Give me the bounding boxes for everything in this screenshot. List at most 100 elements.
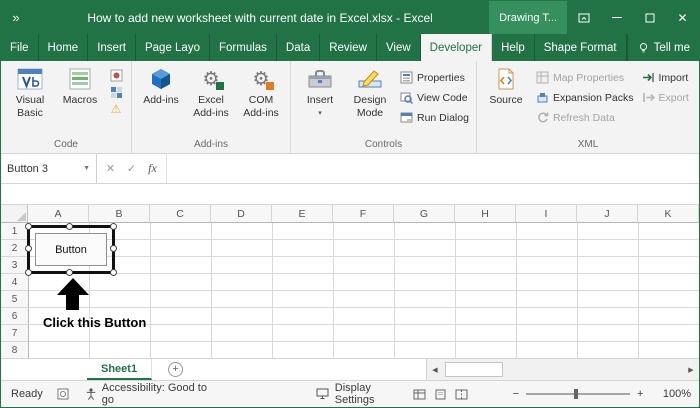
title-bar: » How to add new worksheet with current … [1, 1, 699, 34]
contextual-tab-drawing-tools[interactable]: Drawing T... [489, 1, 567, 34]
page-break-preview-button[interactable] [455, 389, 468, 400]
tab-review[interactable]: Review [320, 34, 377, 61]
selection-handle[interactable] [110, 245, 117, 252]
sheet-tab-bar: Sheet1 + ◀ ▶ [1, 358, 699, 380]
macro-record-button[interactable] [57, 388, 69, 400]
name-box-dropdown-icon: ▼ [83, 165, 90, 172]
source-button[interactable]: Source [482, 64, 530, 110]
quick-access-overflow-button[interactable]: » [1, 1, 31, 34]
row-header-7[interactable]: 7 [1, 325, 29, 342]
tab-view[interactable]: View [377, 34, 421, 61]
cells-area[interactable]: Button Click this Button [29, 223, 699, 358]
scroll-left-icon[interactable]: ◀ [427, 366, 443, 374]
close-button[interactable]: ✕ [666, 1, 699, 34]
display-settings-button[interactable]: Display Settings [316, 382, 413, 406]
export-button[interactable]: Export [642, 89, 689, 106]
status-mode: Ready [11, 388, 43, 400]
selection-handle[interactable] [66, 269, 73, 276]
zoom-in-button[interactable]: + [637, 388, 643, 400]
refresh-data-button[interactable]: Refresh Data [536, 109, 634, 126]
tab-developer[interactable]: Developer [421, 34, 492, 61]
column-header-e[interactable]: E [272, 205, 333, 223]
column-header-j[interactable]: J [577, 205, 638, 223]
horizontal-scrollbar[interactable]: ◀ ▶ [426, 359, 699, 380]
column-header-d[interactable]: D [211, 205, 272, 223]
design-mode-button[interactable]: Design Mode [346, 64, 394, 122]
row-header-8[interactable]: 8 [1, 342, 29, 358]
tab-page-layout[interactable]: Page Layo [136, 34, 210, 61]
run-dialog-button[interactable]: Run Dialog [400, 109, 469, 126]
scroll-right-icon[interactable]: ▶ [683, 366, 699, 374]
import-icon [642, 71, 655, 84]
scroll-thumb[interactable] [445, 362, 503, 377]
insert-function-button[interactable]: fx [142, 161, 163, 176]
column-header-f[interactable]: F [333, 205, 394, 223]
com-add-ins-button[interactable]: ⚙ COM Add-ins [237, 64, 285, 122]
page-layout-view-button[interactable] [434, 389, 447, 400]
zoom-out-button[interactable]: − [513, 388, 519, 400]
column-header-i[interactable]: I [516, 205, 577, 223]
toolbox-icon [307, 67, 333, 91]
add-ins-button[interactable]: Add-ins [137, 64, 185, 110]
row-header-6[interactable]: 6 [1, 308, 29, 325]
new-sheet-button[interactable]: + [168, 362, 183, 377]
annotation-text: Click this Button [43, 315, 146, 330]
formula-input[interactable] [167, 154, 699, 183]
design-mode-icon [357, 67, 383, 91]
ribbon-display-options-button[interactable] [567, 1, 600, 34]
ribbon-group-xml: Source Map Properties Expansion Packs [477, 61, 699, 153]
cancel-button[interactable]: ✕ [100, 162, 121, 175]
map-properties-button[interactable]: Map Properties [536, 69, 634, 86]
selection-handle[interactable] [25, 269, 32, 276]
display-settings-icon [316, 388, 329, 400]
selection-handle[interactable] [25, 245, 32, 252]
selection-handle[interactable] [110, 223, 117, 230]
selection-handle[interactable] [66, 223, 73, 230]
tab-insert[interactable]: Insert [88, 34, 136, 61]
tab-data[interactable]: Data [277, 34, 320, 61]
group-label-code: Code [1, 138, 131, 153]
group-label-controls: Controls [291, 138, 476, 153]
normal-view-button[interactable] [413, 389, 426, 400]
column-header-b[interactable]: B [89, 205, 150, 223]
column-header-c[interactable]: C [150, 205, 211, 223]
zoom-level[interactable]: 100% [649, 388, 691, 400]
macros-button[interactable]: Macros [56, 64, 104, 110]
use-relative-references-icon[interactable] [110, 86, 123, 99]
tab-formulas[interactable]: Formulas [210, 34, 277, 61]
insert-control-button[interactable]: Insert ▾ [296, 64, 344, 120]
properties-button[interactable]: Properties [400, 69, 469, 86]
maximize-button[interactable] [633, 1, 666, 34]
visual-basic-button[interactable]: Visual Basic [6, 64, 54, 122]
row-header-5[interactable]: 5 [1, 291, 29, 308]
tab-home[interactable]: Home [39, 34, 89, 61]
selection-handle[interactable] [110, 269, 117, 276]
tell-me-button[interactable]: Tell me [627, 34, 700, 61]
column-header-g[interactable]: G [394, 205, 455, 223]
excel-add-ins-button[interactable]: ⚙ Excel Add-ins [187, 64, 235, 122]
tab-shape-format[interactable]: Shape Format [535, 34, 627, 61]
accessibility-status[interactable]: Accessibility: Good to go [85, 382, 221, 406]
scroll-track[interactable] [443, 359, 683, 380]
view-code-button[interactable]: View Code [400, 89, 469, 106]
selection-handle[interactable] [25, 223, 32, 230]
column-header-a[interactable]: A [28, 205, 89, 223]
zoom-slider-thumb[interactable] [574, 389, 578, 399]
row-header-4[interactable]: 4 [1, 274, 29, 291]
column-header-h[interactable]: H [455, 205, 516, 223]
minimize-icon [612, 17, 622, 18]
import-button[interactable]: Import [642, 69, 689, 86]
tab-help[interactable]: Help [492, 34, 535, 61]
record-macro-icon[interactable] [110, 69, 123, 82]
zoom-slider[interactable] [526, 393, 630, 395]
minimize-button[interactable] [600, 1, 633, 34]
macro-security-icon[interactable]: ⚠ [111, 103, 122, 115]
name-box[interactable]: Button 3 ▼ [1, 154, 97, 183]
form-control-button[interactable]: Button [35, 233, 107, 266]
expansion-packs-button[interactable]: Expansion Packs [536, 89, 634, 106]
column-header-k[interactable]: K [638, 205, 699, 223]
enter-button[interactable]: ✓ [121, 162, 142, 175]
tab-file[interactable]: File [1, 34, 39, 61]
sheet-tab-sheet1[interactable]: Sheet1 [87, 359, 152, 380]
select-all-corner[interactable] [1, 205, 28, 223]
